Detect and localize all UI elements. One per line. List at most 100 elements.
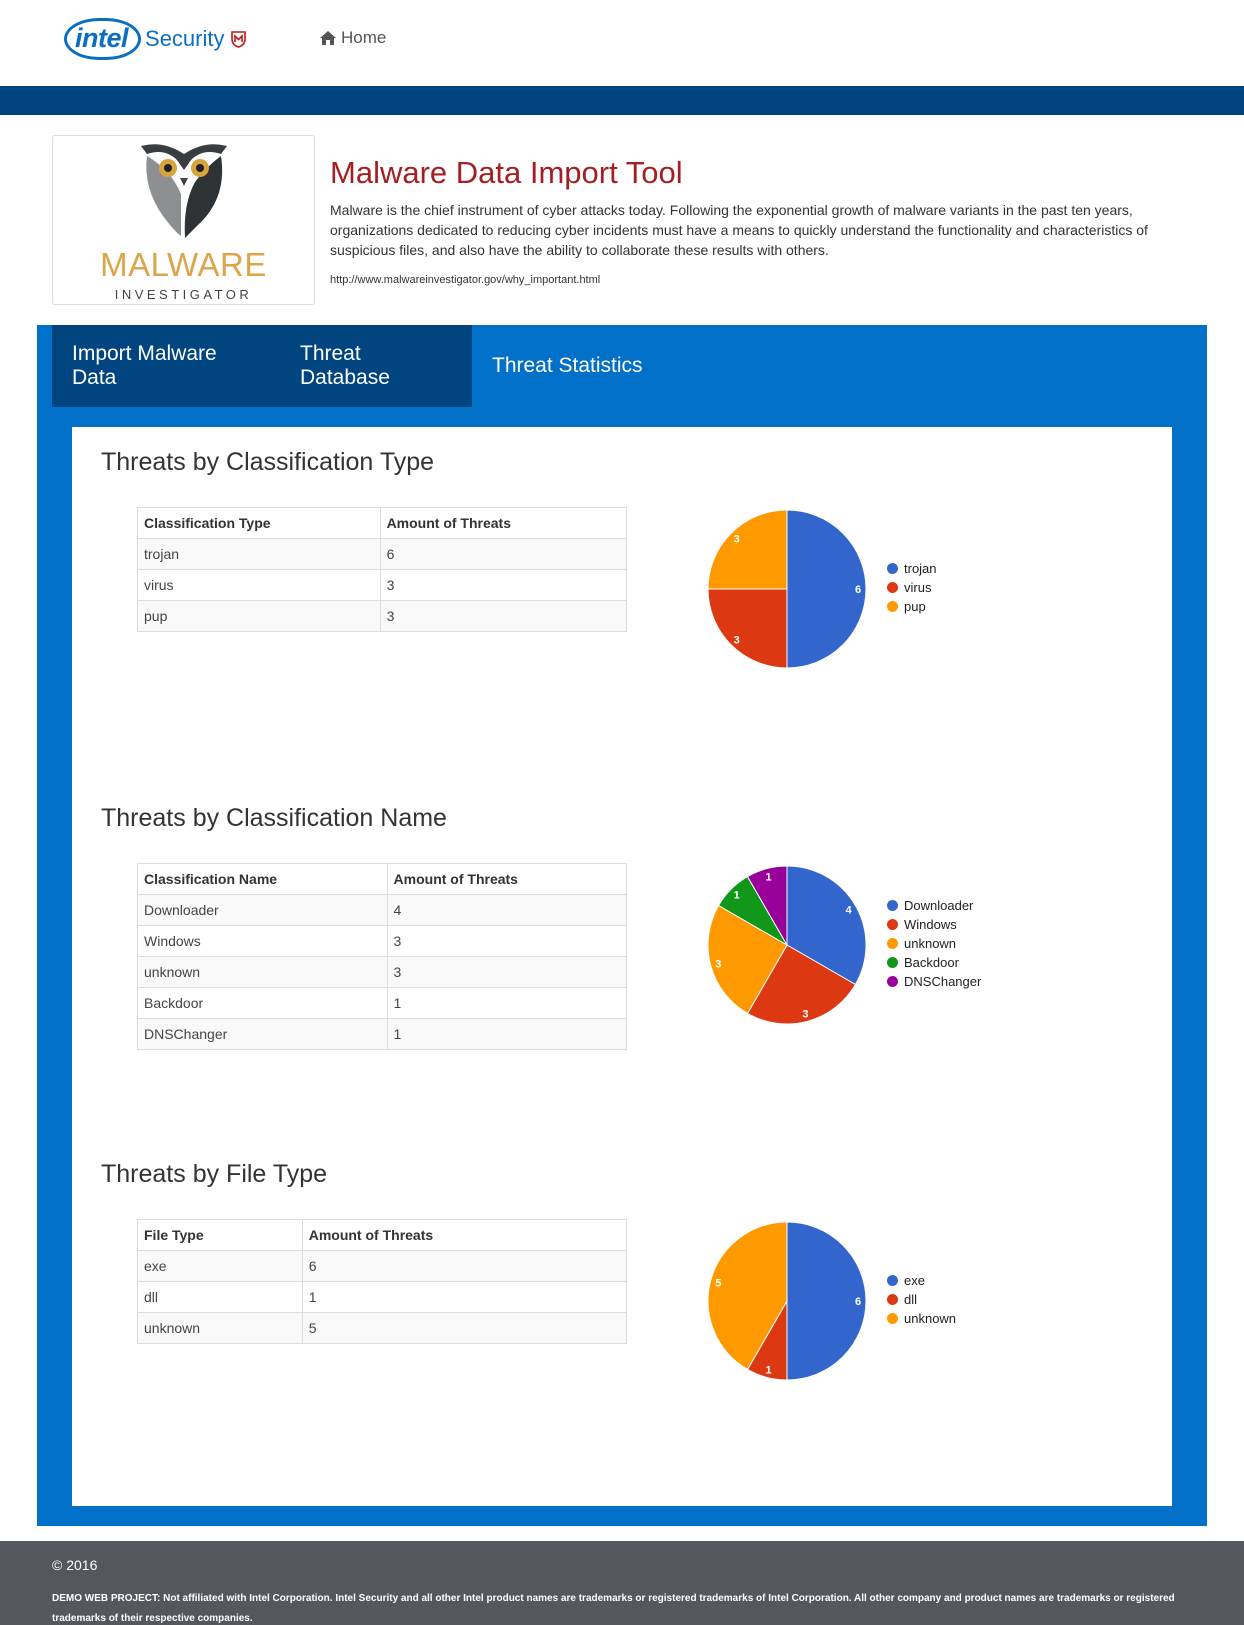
intro-description: Malware is the chief instrument of cyber…	[330, 202, 1148, 258]
legend-label: Windows	[904, 917, 957, 932]
home-icon	[320, 31, 336, 45]
pie-data-label: 4	[846, 904, 853, 916]
legend-label: unknown	[904, 1311, 957, 1326]
legend-label: Backdoor	[904, 955, 959, 970]
intel-security-logo[interactable]: intel Security	[64, 16, 246, 62]
file-type-legend: exe dll unknown	[887, 1271, 956, 1328]
file-type-table: File Type Amount of Threats exe 6 dll 1 …	[137, 1219, 628, 1344]
tab-threat-database[interactable]: Threat Database	[280, 325, 472, 407]
legend-swatch	[887, 1294, 898, 1305]
table-row: unknown 3	[137, 956, 628, 988]
footer: © 2016 DEMO WEB PROJECT: Not affiliated …	[0, 1541, 1244, 1625]
pie-data-label: 1	[734, 890, 740, 902]
pie-data-label: 1	[766, 871, 772, 883]
table-cell: exe	[137, 1250, 303, 1282]
table-cell: pup	[137, 600, 381, 632]
copyright: © 2016	[52, 1557, 98, 1573]
tab-import-malware-data[interactable]: Import Malware Data	[52, 325, 280, 407]
legend-item-backdoor[interactable]: Backdoor	[887, 953, 981, 972]
table-row: dll 1	[137, 1281, 628, 1313]
pie-slice-virus[interactable]	[707, 588, 788, 669]
legend-label: trojan	[904, 561, 937, 576]
classification-type-table: Classification Type Amount of Threats tr…	[137, 507, 628, 632]
table-cell: unknown	[137, 956, 388, 988]
pie-data-label: 5	[715, 1278, 721, 1290]
table-cell: 3	[379, 600, 628, 632]
table-cell: Backdoor	[137, 987, 388, 1019]
tab-label: Threat Database	[300, 342, 390, 389]
legend-swatch	[887, 900, 898, 911]
section-title: Threats by Classification Name	[101, 804, 447, 832]
table-row: DNSChanger 1	[137, 1018, 628, 1050]
legend-label: DNSChanger	[904, 974, 982, 989]
logo-subtitle: INVESTIGATOR	[114, 287, 253, 302]
table-cell: Downloader	[137, 894, 388, 926]
legend-swatch	[887, 976, 898, 987]
table-cell: 1	[386, 1018, 628, 1050]
section-title: Threats by File Type	[101, 1160, 328, 1188]
legend-label: exe	[904, 1273, 925, 1288]
intel-wordmark: intel	[64, 18, 142, 60]
logo-word: MALWARE	[100, 246, 267, 283]
legend-swatch	[887, 582, 898, 593]
file-type-pie-chart: 6 1 5	[707, 1221, 867, 1381]
legend-item-exe[interactable]: exe	[887, 1271, 956, 1290]
column-header: Classification Name	[137, 863, 388, 895]
nav-home-link[interactable]: Home	[319, 28, 386, 48]
column-header: Amount of Threats	[386, 863, 628, 895]
legend-swatch	[887, 938, 898, 949]
classification-type-pie-chart: 6 3 3	[707, 509, 867, 669]
legend-swatch	[887, 563, 898, 574]
table-cell: dll	[137, 1281, 303, 1313]
legend-item-trojan[interactable]: trojan	[887, 559, 937, 578]
table-row: trojan 6	[137, 538, 628, 570]
legend-item-virus[interactable]: virus	[887, 578, 937, 597]
table-cell: 3	[379, 569, 628, 601]
legend-item-windows[interactable]: Windows	[887, 915, 981, 934]
table-header-row: Classification Type Amount of Threats	[137, 507, 628, 539]
pie-data-label: 3	[802, 1009, 808, 1021]
disclaimer: DEMO WEB PROJECT: Not affiliated with In…	[52, 1593, 1175, 1624]
tab-threat-statistics[interactable]: Threat Statistics	[472, 325, 663, 407]
table-cell: 6	[301, 1250, 628, 1282]
table-row: Windows 3	[137, 925, 628, 957]
legend-swatch	[887, 1275, 898, 1286]
page-title: Malware Data Import Tool	[330, 155, 683, 190]
column-header: Classification Type	[137, 507, 381, 539]
classification-name-table: Classification Name Amount of Threats Do…	[137, 863, 628, 1050]
legend-swatch	[887, 957, 898, 968]
mcafee-shield-icon	[230, 30, 246, 48]
table-cell: Windows	[137, 925, 388, 957]
nav-home-label: Home	[341, 28, 387, 47]
legend-label: Downloader	[904, 898, 974, 913]
legend-item-pup[interactable]: pup	[887, 597, 937, 616]
table-row: Downloader 4	[137, 894, 628, 926]
table-cell: 3	[386, 925, 628, 957]
info-link[interactable]: http://www.malwareinvestigator.gov/why_i…	[330, 274, 600, 286]
legend-label: dll	[904, 1292, 918, 1307]
legend-label: unknown	[904, 936, 957, 951]
table-cell: 4	[386, 894, 628, 926]
legend-item-unknown[interactable]: unknown	[887, 934, 981, 953]
table-row: pup 3	[137, 600, 628, 632]
classification-name-pie-chart: 4 3 3 1 1	[707, 865, 867, 1025]
legend-item-dll[interactable]: dll	[887, 1290, 956, 1309]
top-navbar: intel Security Home	[0, 0, 1244, 86]
table-row: Backdoor 1	[137, 987, 628, 1019]
table-row: unknown 5	[137, 1312, 628, 1344]
pie-slice-pup[interactable]	[707, 509, 788, 590]
malware-investigator-logo: MALWARE INVESTIGATOR	[52, 135, 315, 305]
table-cell: 1	[301, 1281, 628, 1313]
legend-label: pup	[904, 599, 926, 614]
table-header-row: Classification Name Amount of Threats	[137, 863, 628, 895]
table-cell: 3	[386, 956, 628, 988]
legend-item-downloader[interactable]: Downloader	[887, 896, 981, 915]
table-cell: 5	[301, 1312, 628, 1344]
legend-swatch	[887, 919, 898, 930]
column-header: Amount of Threats	[379, 507, 628, 539]
table-cell: virus	[137, 569, 381, 601]
legend-item-unknown[interactable]: unknown	[887, 1309, 956, 1328]
pie-data-label: 3	[715, 958, 721, 970]
legend-item-dnschanger[interactable]: DNSChanger	[887, 972, 981, 991]
column-header: File Type	[137, 1219, 303, 1251]
